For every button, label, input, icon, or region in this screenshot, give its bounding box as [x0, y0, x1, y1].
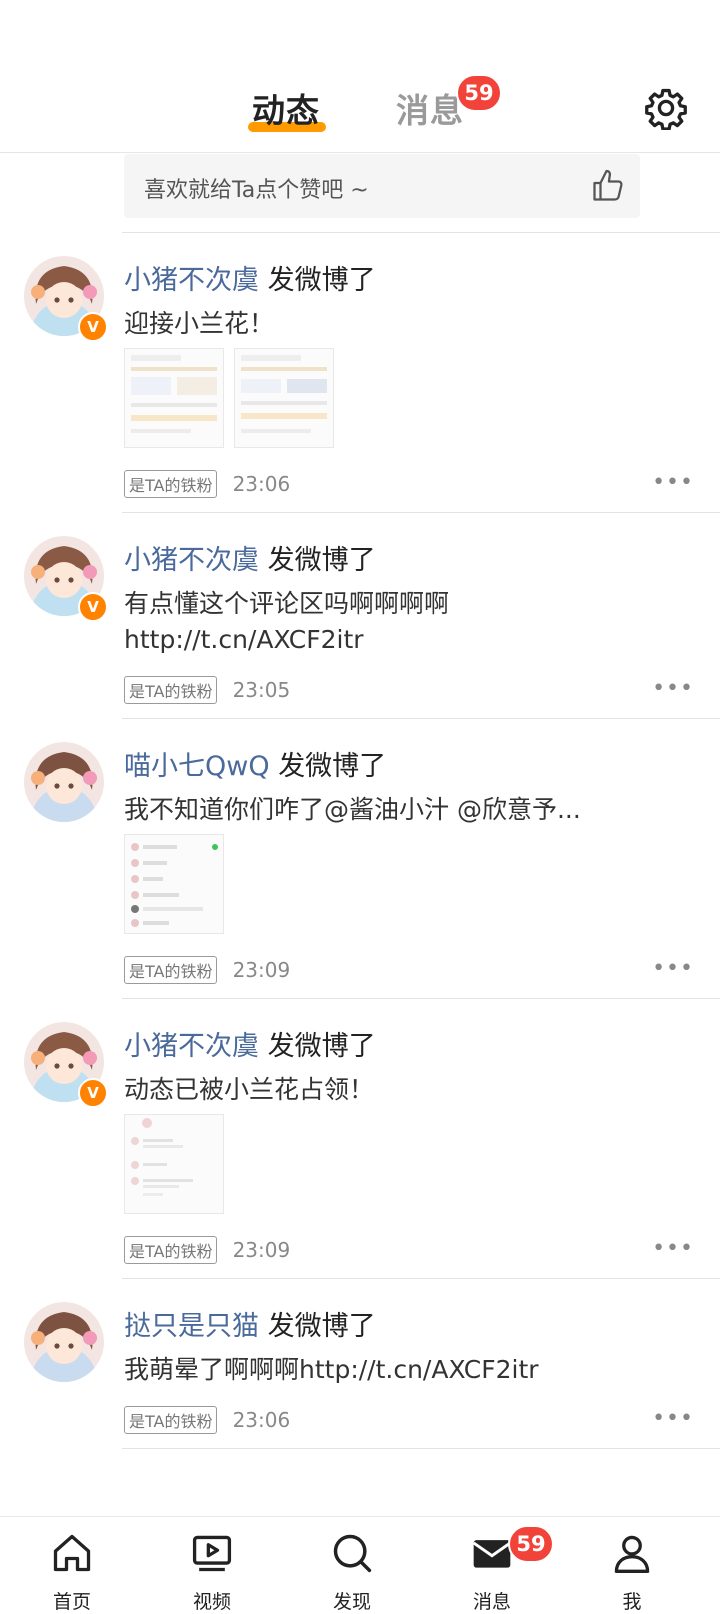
tab-feed-label: 动态 — [252, 91, 320, 130]
post-meta: 是TA的铁粉 23:09 — [124, 956, 290, 984]
nav-messages-badge: 59 — [508, 1525, 554, 1563]
nav-video[interactable]: 视频 — [162, 1517, 262, 1613]
avatar[interactable] — [24, 742, 104, 822]
nav-profile[interactable]: 我 — [582, 1517, 682, 1613]
post-images — [124, 834, 224, 934]
post-text[interactable]: 我不知道你们咋了@酱油小汁 @欣意予... — [124, 790, 704, 830]
tab-messages[interactable]: 消息 — [396, 84, 464, 132]
thumbs-up-icon[interactable] — [590, 168, 626, 204]
username-link[interactable]: 喵小七QwQ — [124, 751, 270, 782]
tab-messages-label: 消息 — [396, 91, 464, 130]
search-icon — [333, 1534, 372, 1573]
post-action: 发微博了 — [267, 265, 376, 296]
divider — [122, 1278, 720, 1279]
post-meta: 是TA的铁粉 23:06 — [124, 1406, 290, 1434]
post-link[interactable]: http://t.cn/AXCF2itr — [124, 620, 704, 660]
divider — [122, 232, 720, 233]
nav-video-label: 视频 — [192, 1591, 231, 1613]
post-image-thumbnail[interactable] — [234, 348, 334, 448]
post-meta: 是TA的铁粉 23:06 — [124, 470, 290, 498]
post-image-thumbnail[interactable] — [124, 834, 224, 934]
timestamp: 23:06 — [232, 472, 291, 496]
timestamp: 23:06 — [232, 1408, 291, 1432]
divider — [122, 512, 720, 513]
like-prompt-bar[interactable]: 喜欢就给Ta点个赞吧 ~ — [124, 154, 640, 218]
like-prompt-text: 喜欢就给Ta点个赞吧 ~ — [144, 178, 369, 203]
fan-tag: 是TA的铁粉 — [124, 956, 218, 984]
post-title: 小猪不次虞 发微博了 — [124, 538, 376, 577]
fan-tag: 是TA的铁粉 — [124, 676, 218, 704]
post-text[interactable]: 迎接小兰花！ — [124, 304, 704, 344]
post-title: 小猪不次虞 发微博了 — [124, 1024, 376, 1063]
username-link[interactable]: 小猪不次虞 — [124, 265, 259, 296]
profile-icon — [614, 1535, 650, 1573]
post-text[interactable]: 有点懂这个评论区吗啊啊啊啊 — [124, 584, 704, 624]
messages-count-badge: 59 — [456, 74, 502, 112]
post-title: 挞只是只猫 发微博了 — [124, 1304, 376, 1343]
bottom-nav: 首页 视频 发现 59 消息 我 — [0, 1516, 720, 1613]
nav-home[interactable]: 首页 — [22, 1517, 122, 1613]
timestamp: 23:05 — [232, 678, 291, 702]
verified-badge: V — [78, 592, 108, 622]
top-header: 动态 消息 59 — [0, 0, 720, 153]
more-options-button[interactable]: ••• — [652, 676, 694, 701]
divider — [122, 718, 720, 719]
home-icon — [53, 1534, 91, 1572]
post-image-thumbnail[interactable] — [124, 348, 224, 448]
fan-tag: 是TA的铁粉 — [124, 1406, 218, 1434]
post-action: 发微博了 — [267, 545, 376, 576]
post-text[interactable]: 动态已被小兰花占领！ — [124, 1070, 704, 1110]
divider — [122, 998, 720, 999]
timestamp: 23:09 — [232, 1238, 291, 1262]
more-options-button[interactable]: ••• — [652, 470, 694, 495]
verified-badge: V — [78, 1078, 108, 1108]
post-action: 发微博了 — [278, 751, 387, 782]
post-text[interactable]: 我萌晕了啊啊啊http://t.cn/AXCF2itr — [124, 1350, 704, 1390]
post-meta: 是TA的铁粉 23:05 — [124, 676, 290, 704]
post-title: 喵小七QwQ 发微博了 — [124, 744, 386, 783]
divider — [122, 1448, 720, 1449]
more-options-button[interactable]: ••• — [652, 1236, 694, 1261]
post-action: 发微博了 — [267, 1031, 376, 1062]
post-images — [124, 348, 334, 448]
nav-messages-label: 消息 — [472, 1591, 511, 1613]
post-meta: 是TA的铁粉 23:09 — [124, 1236, 290, 1264]
post-action: 发微博了 — [267, 1311, 376, 1342]
more-options-button[interactable]: ••• — [652, 1406, 694, 1431]
nav-home-label: 首页 — [52, 1591, 91, 1613]
gear-icon[interactable] — [644, 86, 688, 130]
tab-feed[interactable]: 动态 — [248, 84, 326, 132]
nav-discover-label: 发现 — [332, 1591, 371, 1613]
mail-icon — [472, 1540, 512, 1568]
post-images — [124, 1114, 224, 1214]
avatar[interactable] — [24, 1302, 104, 1382]
username-link[interactable]: 小猪不次虞 — [124, 545, 259, 576]
nav-discover[interactable]: 发现 — [302, 1517, 402, 1613]
nav-profile-label: 我 — [622, 1591, 642, 1613]
verified-badge: V — [78, 312, 108, 342]
video-icon — [192, 1535, 232, 1572]
fan-tag: 是TA的铁粉 — [124, 470, 218, 498]
post-title: 小猪不次虞 发微博了 — [124, 258, 376, 297]
post-image-thumbnail[interactable] — [124, 1114, 224, 1214]
nav-messages[interactable]: 59 消息 — [442, 1517, 554, 1613]
fan-tag: 是TA的铁粉 — [124, 1236, 218, 1264]
timestamp: 23:09 — [232, 958, 291, 982]
username-link[interactable]: 挞只是只猫 — [124, 1311, 259, 1342]
username-link[interactable]: 小猪不次虞 — [124, 1031, 259, 1062]
more-options-button[interactable]: ••• — [652, 956, 694, 981]
